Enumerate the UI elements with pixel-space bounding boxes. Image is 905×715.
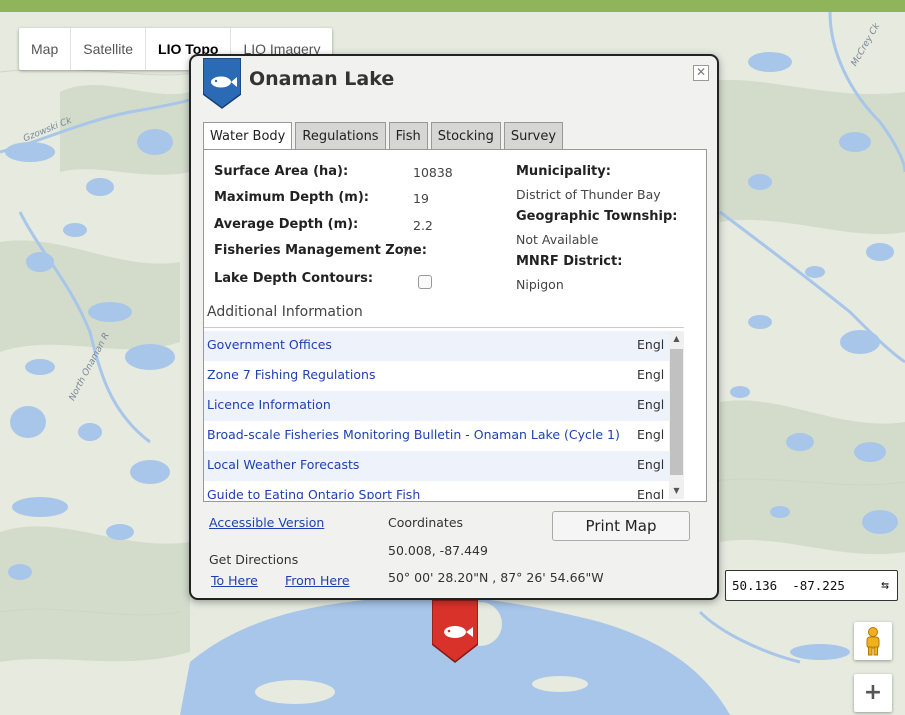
tab-survey[interactable]: Survey [503,122,564,150]
scroll-down-icon[interactable]: ▼ [669,483,684,499]
list-item: Guide to Eating Ontario Sport Fish Engl [204,481,669,499]
popup-title: Onaman Lake [249,68,395,90]
accessible-version-link[interactable]: Accessible Version [209,515,324,530]
tab-regulations[interactable]: Regulations [295,122,386,150]
language-label: Engl [637,367,665,382]
top-strip [0,0,905,12]
pegman-icon [866,627,880,656]
coordinate-value: 50.136 -87.225 [732,578,845,593]
avg-depth-label: Average Depth (m): [214,217,359,232]
surface-area-label: Surface Area (ha): [214,164,349,179]
link-licence-information[interactable]: Licence Information [207,397,331,412]
divider [204,327,684,328]
avg-depth-value: 2.2 [413,218,433,233]
mnrf-label: MNRF District: [516,254,623,269]
list-item: Broad-scale Fisheries Monitoring Bulleti… [204,421,669,451]
coordinates-decimal: 50.008, -87.449 [388,543,488,558]
scroll-thumb[interactable] [670,349,683,475]
list-item: Zone 7 Fishing Regulations Engl [204,361,669,391]
township-value: Not Available [516,232,599,247]
additional-info-title: Additional Information [207,304,363,320]
water-body-panel: Surface Area (ha): 10838 Maximum Depth (… [203,149,707,502]
from-here-link[interactable]: From Here [285,573,350,588]
max-depth-value: 19 [413,191,429,206]
to-here-link[interactable]: To Here [211,573,258,588]
tab-fish[interactable]: Fish [388,122,428,150]
mnrf-value: Nipigon [516,277,564,292]
zoom-in-button[interactable]: + [854,674,892,712]
get-directions-label: Get Directions [209,552,299,567]
municipality-value: District of Thunder Bay [516,187,661,202]
fmz-value: 7 [402,244,410,259]
popup-tabs: Water Body Regulations Fish Stocking Sur… [203,122,566,150]
municipality-label: Municipality: [516,164,611,179]
close-icon[interactable]: ✕ [693,65,709,81]
list-item: Local Weather Forecasts Engl [204,451,669,481]
coordinates-label: Coordinates [388,515,464,530]
street-view-button[interactable] [854,622,892,660]
depth-contours-checkbox[interactable] [418,275,432,289]
language-label: Engl [637,337,665,352]
link-weather-forecasts[interactable]: Local Weather Forecasts [207,457,359,472]
max-depth-label: Maximum Depth (m): [214,190,369,205]
cursor-coordinate-readout: 50.136 -87.225 ⇆ [725,570,898,601]
fish-marker-icon[interactable] [432,600,478,664]
language-label: Engl [637,397,665,412]
township-label: Geographic Township: [516,209,678,224]
map-type-map[interactable]: Map [19,28,72,70]
language-label: Engl [637,457,665,472]
scroll-up-icon[interactable]: ▲ [669,331,684,347]
list-item: Government Offices Engl [204,331,669,361]
fish-badge-icon [203,58,241,109]
additional-info-list[interactable]: Government Offices Engl Zone 7 Fishing R… [204,331,669,499]
link-monitoring-bulletin[interactable]: Broad-scale Fisheries Monitoring Bulleti… [207,427,620,442]
map-type-satellite[interactable]: Satellite [71,28,147,70]
link-government-offices[interactable]: Government Offices [207,337,332,352]
fmz-label: Fisheries Management Zone: [214,243,427,258]
tab-stocking[interactable]: Stocking [430,122,501,150]
link-eating-sport-fish[interactable]: Guide to Eating Ontario Sport Fish [207,487,420,499]
language-label: Engl [637,487,665,499]
lake-info-popup: Onaman Lake ✕ Water Body Regulations Fis… [189,54,719,600]
swap-icon[interactable]: ⇆ [881,571,889,600]
list-scrollbar[interactable]: ▲ ▼ [669,331,684,499]
coordinates-dms: 50° 00' 28.20"N , 87° 26' 54.66"W [388,570,604,585]
link-zone-7-regulations[interactable]: Zone 7 Fishing Regulations [207,367,375,382]
list-item: Licence Information Engl [204,391,669,421]
language-label: Engl [637,427,665,442]
contours-label: Lake Depth Contours: [214,271,374,286]
tab-water-body[interactable]: Water Body [203,122,293,150]
print-map-button[interactable]: Print Map [552,511,690,541]
surface-area-value: 10838 [413,165,453,180]
